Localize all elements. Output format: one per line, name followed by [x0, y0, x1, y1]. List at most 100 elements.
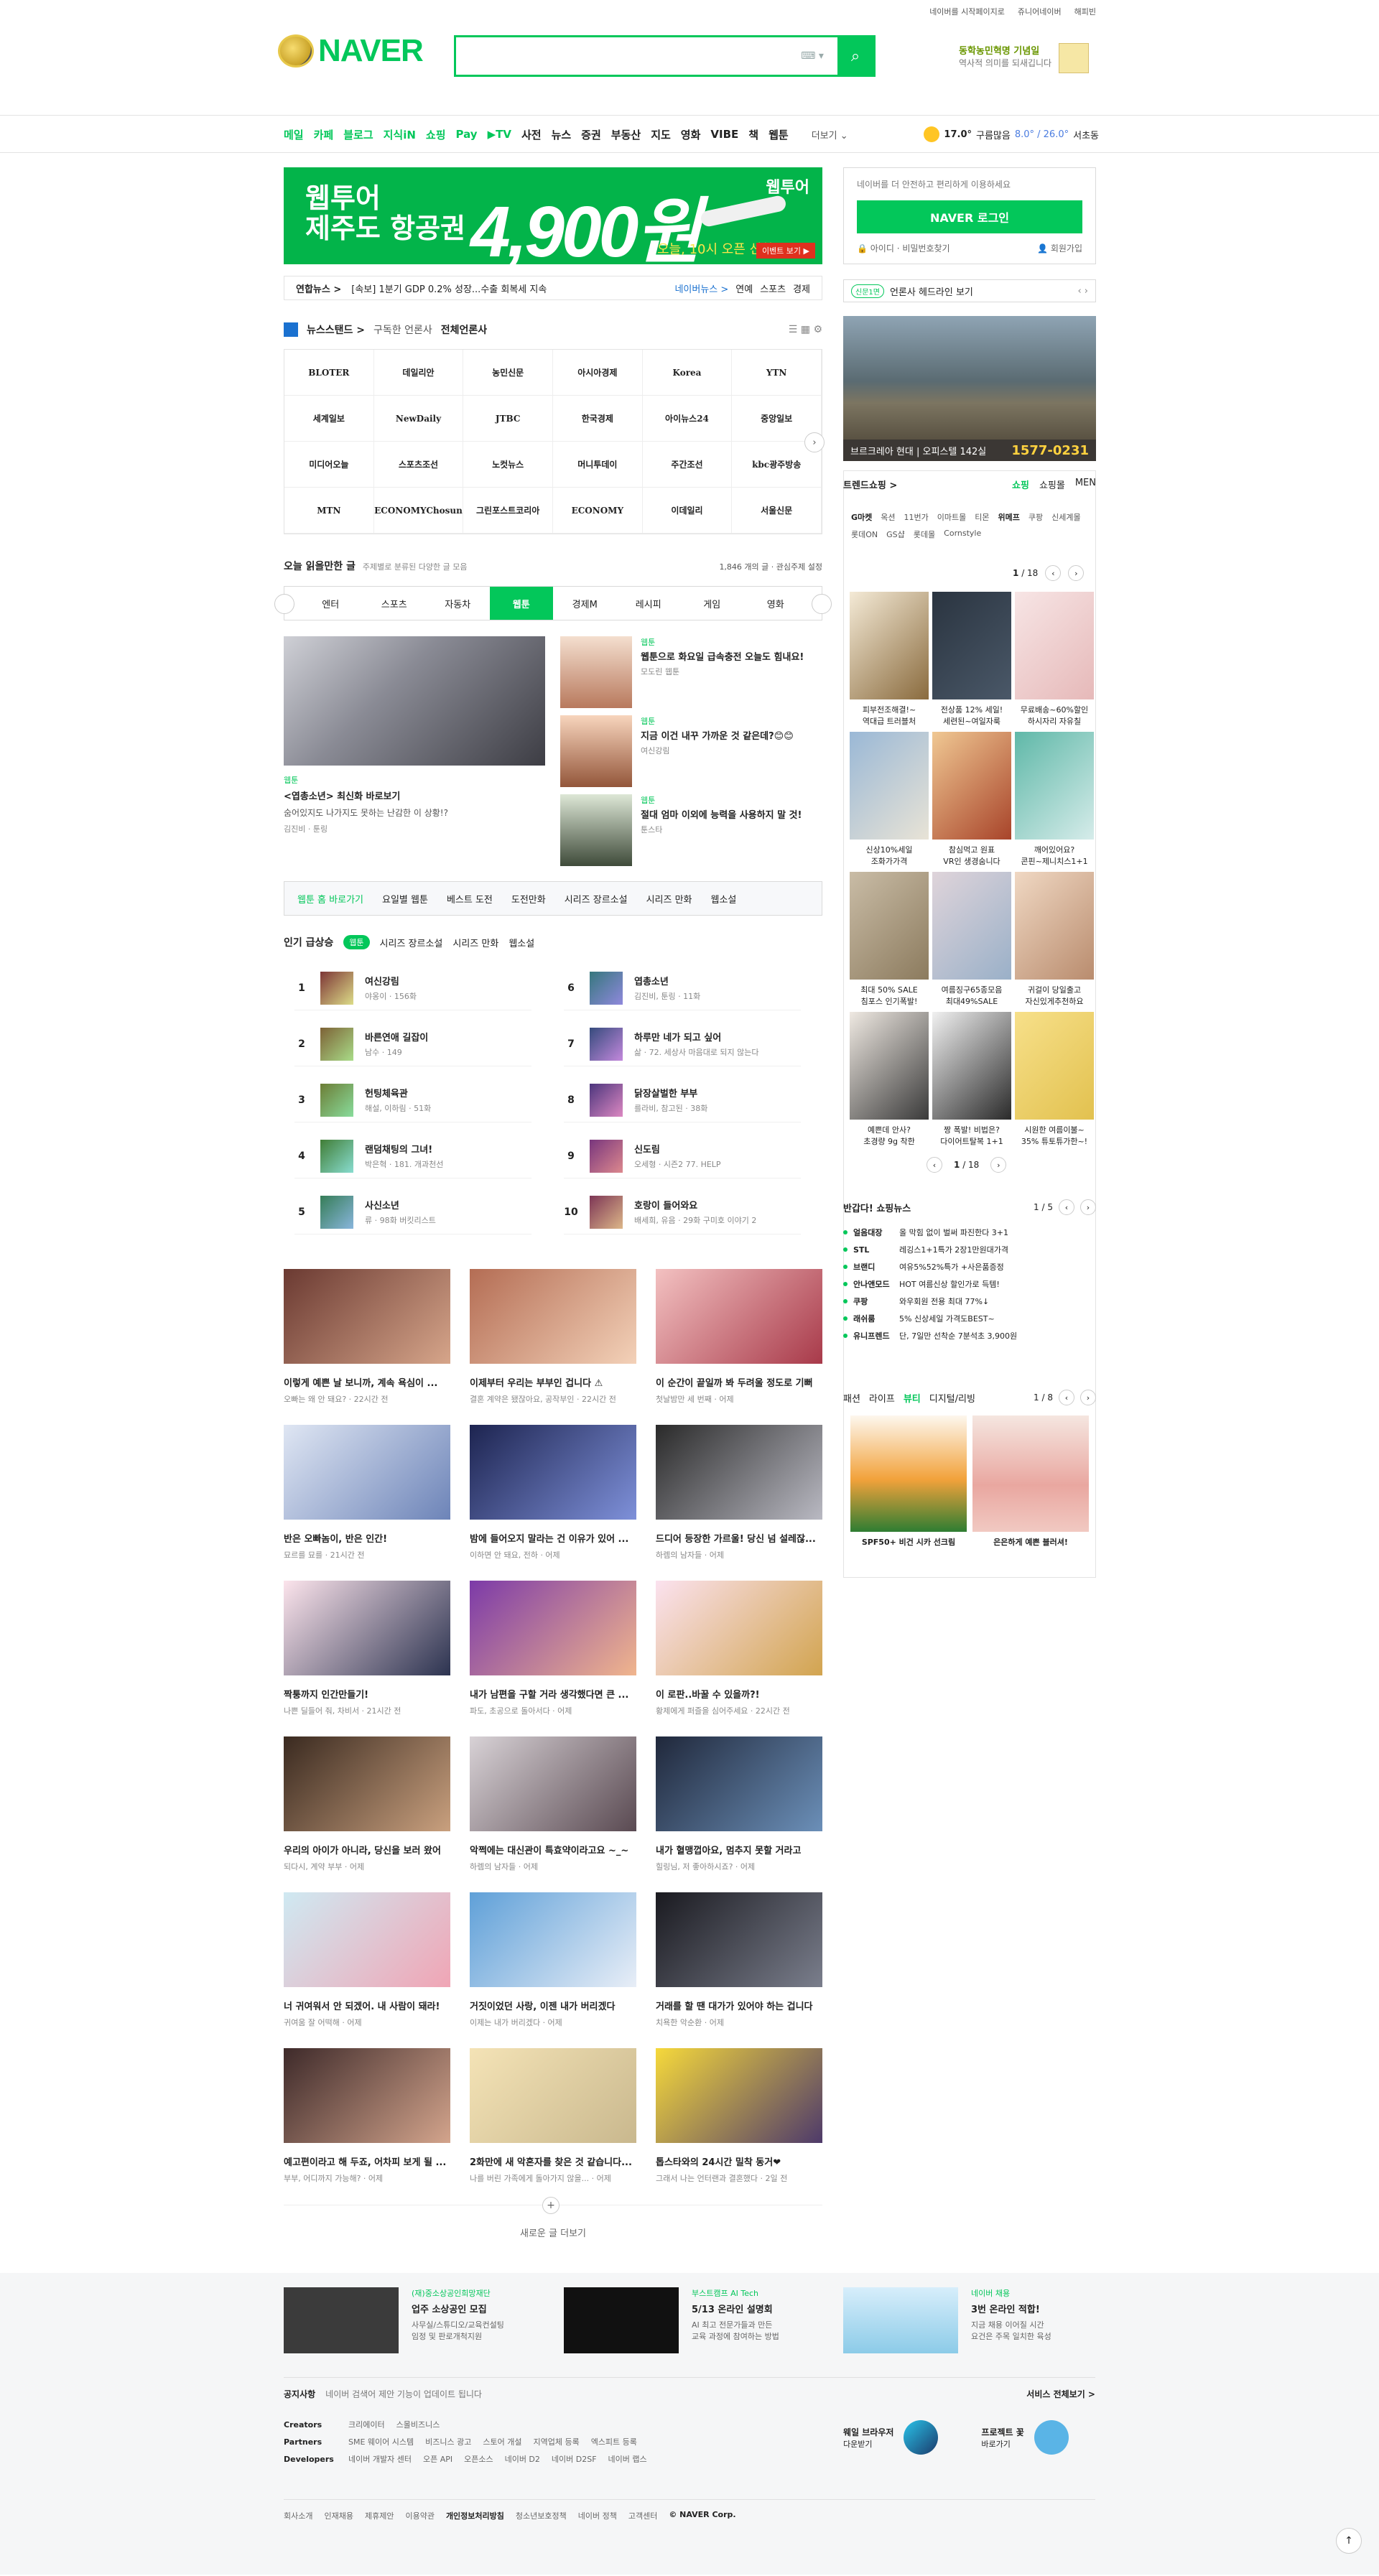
press-headline-bar[interactable]: 신문1면 언론사 헤드라인 보기 ‹ ›: [843, 279, 1096, 302]
special-logo-promo[interactable]: 동학농민혁명 기념일 역사적 의미를 되새깁니다: [959, 43, 1095, 73]
press-logo[interactable]: 노컷뉴스: [463, 442, 553, 488]
webtoon-card[interactable]: 짝퉁까지 인간만들기! 나쁜 딜들어 줘, 차비서 · 21시간 전: [284, 1581, 450, 1716]
trend-tab[interactable]: MEN: [1075, 478, 1096, 491]
product-card[interactable]: 깨어있어요? 콘핀~제니치스1+1: [1015, 732, 1094, 867]
mall-link[interactable]: GS샵: [886, 529, 905, 540]
ranking-item[interactable]: 2 바른연애 길잡이 남수 · 149: [294, 1022, 531, 1066]
search-input[interactable]: [456, 37, 787, 75]
nav-item-kin[interactable]: 지식iN: [384, 127, 416, 142]
shopping-news-item[interactable]: 유니프렌드 단, 7일만 선착순 7분석초 3,900원: [843, 1327, 1096, 1344]
ranking-item[interactable]: 6 엽총소년 김진비, 툰링 · 11화: [564, 966, 801, 1010]
nav-item-blog[interactable]: 블로그: [343, 127, 373, 142]
footer-link-category[interactable]: Partners: [284, 2434, 334, 2451]
side-article[interactable]: 웹툰 절대 엄마 이외에 능력을 사용하지 말 것! 툰스타: [560, 794, 822, 866]
footer-link-category[interactable]: Creators: [284, 2417, 334, 2434]
press-logo[interactable]: 스포츠조선: [373, 442, 464, 488]
prev-arrow-icon[interactable]: [274, 594, 294, 614]
topic-tab[interactable]: 게임: [680, 587, 744, 620]
corporate-link[interactable]: 제휴제안: [365, 2510, 394, 2521]
press-logo[interactable]: 서울신문: [732, 488, 822, 534]
footer-ad[interactable]: 부스트캠프 AI Tech 5/13 온라인 설명회 AI 최고 전문가들과 만든 …: [564, 2287, 779, 2353]
category-tab-active[interactable]: 뷰티: [904, 1391, 921, 1405]
corporate-link[interactable]: 회사소개: [284, 2510, 312, 2521]
press-logo[interactable]: JTBC: [463, 396, 553, 442]
news-tab-entertainment[interactable]: 연예: [735, 282, 753, 295]
topic-tab[interactable]: 경제M: [553, 587, 617, 620]
footer-link[interactable]: 네이버 개발자 센터: [348, 2451, 412, 2468]
shopping-news-item[interactable]: STL 레깅스1+1특가 2장1만원대가격: [843, 1241, 1096, 1258]
nav-item-webtoon[interactable]: 웹툰: [769, 127, 789, 142]
nav-item-map[interactable]: 지도: [651, 127, 671, 142]
corporate-link[interactable]: 고객센터: [628, 2510, 657, 2521]
webtoon-card[interactable]: 거짓이었던 사랑, 이젠 내가 버리겠다 이제는 내가 버리겠다 · 어제: [470, 1892, 636, 2028]
webtoon-card[interactable]: 내가 혈맹껍아요, 멈추지 못할 거라고 힐링님, 저 좋아하시죠? · 어제: [656, 1736, 822, 1872]
next-arrow-icon[interactable]: [812, 594, 832, 614]
product-card[interactable]: 은은하게 예쁜 블러셔!: [972, 1415, 1089, 1548]
ad-cta-button[interactable]: 이벤트 보기 ▶: [756, 243, 815, 259]
footer-link[interactable]: 네이버 랩스: [608, 2451, 647, 2468]
webtoon-shortcut[interactable]: 도전만화: [511, 892, 546, 906]
footer-link[interactable]: 네이버 D2SF: [552, 2451, 597, 2468]
ranking-item[interactable]: 1 여신강림 야옹이 · 156화: [294, 966, 531, 1010]
newsstand-all-tab[interactable]: 전체언론사: [441, 322, 487, 337]
mall-link[interactable]: 11번가: [904, 511, 929, 523]
footer-link[interactable]: 스토어 개설: [483, 2434, 521, 2451]
webtoon-card[interactable]: 너 귀여워서 안 되겠어. 내 사람이 돼라! 귀여움 잘 어떡해 · 어제: [284, 1892, 450, 2028]
webtoon-shortcut[interactable]: 웹소설: [711, 892, 737, 906]
press-logo[interactable]: 이데일리: [642, 488, 733, 534]
main-article-caption[interactable]: 웹툰 <엽총소년> 최신화 바로보기 숨어있지도 나가지도 못하는 난감한 이 …: [284, 774, 545, 834]
corporate-link[interactable]: 청소년보호정책: [516, 2510, 567, 2521]
webtoon-card[interactable]: 악쩍에는 대신관이 특효약이라고요 ~_~ 하렘의 남자들 · 어제: [470, 1736, 636, 1872]
newsstand-view-tools[interactable]: ☰ ▦ ⚙: [789, 324, 822, 335]
naver-news-link[interactable]: 네이버뉴스 >: [674, 282, 728, 295]
corporate-link[interactable]: 개인정보처리방침: [446, 2510, 504, 2521]
press-logo[interactable]: Korea: [642, 350, 733, 396]
side-article[interactable]: 웹툰 지금 이건 내꾸 가까운 것 같은데?😊😊 여신강림: [560, 715, 822, 787]
mall-link[interactable]: 이마트몰: [937, 511, 966, 523]
news-headline[interactable]: [속보] 1분기 GDP 0.2% 성장...수출 회복세 지속: [351, 282, 547, 295]
next-arrow-icon[interactable]: ›: [1068, 565, 1085, 581]
product-card[interactable]: 피부전조해결!~ 역대급 트러블처: [850, 592, 929, 727]
mall-link[interactable]: Cornstyle: [944, 529, 981, 540]
prev-arrow-icon[interactable]: ‹: [1059, 1199, 1074, 1215]
nav-item-mail[interactable]: 메일: [284, 127, 304, 142]
category-tab[interactable]: 라이프: [869, 1391, 895, 1405]
ranking-item[interactable]: 4 랜덤채팅의 그녀! 박은혁 · 181. 개과천선: [294, 1134, 531, 1178]
notice-title[interactable]: 공지사항: [284, 2388, 315, 2400]
prev-arrow-icon[interactable]: ‹: [1045, 565, 1062, 581]
footer-link[interactable]: 오픈소스: [464, 2451, 493, 2468]
webtoon-card[interactable]: 예고편이라고 해 두죠, 어차피 보게 될 ... 부부, 어디까지 가능해? ·…: [284, 2048, 450, 2184]
topic-tab[interactable]: 레시피: [617, 587, 681, 620]
press-logo[interactable]: ECONOMY: [552, 488, 643, 534]
nav-more-button[interactable]: 더보기 ⌄: [812, 128, 848, 141]
press-logo[interactable]: ECONOMYChosun: [373, 488, 464, 534]
mall-link[interactable]: 롯데몰: [914, 529, 935, 540]
ranking-item[interactable]: 10 호랑이 들어와요 배세희, 유음 · 29화 구미호 이야기 2: [564, 1190, 801, 1234]
next-arrow-icon[interactable]: ›: [804, 432, 825, 452]
press-logo[interactable]: 농민신문: [463, 350, 553, 396]
webtoon-card[interactable]: 내가 남편을 구할 거라 생각했다면 큰 ... 파도, 초공으로 돌아서다 · …: [470, 1581, 636, 1716]
ranking-item[interactable]: 7 하루만 네가 되고 싶어 삶 · 72. 세상사 마음대로 되지 않는다: [564, 1022, 801, 1066]
newsstand-title[interactable]: 뉴스스탠드 >: [307, 322, 365, 337]
main-article-thumbnail[interactable]: [284, 636, 545, 766]
press-arrows[interactable]: ‹ ›: [1077, 286, 1088, 297]
nav-item-news[interactable]: 뉴스: [552, 127, 572, 142]
junior-naver-link[interactable]: 쥬니어네이버: [1018, 6, 1062, 17]
product-card[interactable]: 신상10%세일 조화가가격: [850, 732, 929, 867]
press-logo[interactable]: 미디어오늘: [284, 442, 374, 488]
corporate-link[interactable]: 네이버 정책: [578, 2510, 617, 2521]
nav-item-pay[interactable]: Pay: [456, 128, 478, 141]
product-card[interactable]: 예쁜데 안사? 초경량 9g 착한: [850, 1012, 929, 1147]
login-button[interactable]: NAVER 로그인: [857, 200, 1082, 233]
footer-link[interactable]: SME 웨이어 시스템: [348, 2434, 414, 2451]
trend-shopping-title[interactable]: 트렌드쇼핑 >: [843, 478, 897, 491]
webtoon-shortcut[interactable]: 시리즈 장르소설: [565, 892, 628, 906]
weather-widget[interactable]: 17.0° 구름많음 8.0° / 26.0° 서초동: [924, 126, 1099, 142]
press-logo[interactable]: 세계일보: [284, 396, 374, 442]
news-source[interactable]: 연합뉴스 >: [296, 282, 341, 295]
ranking-item[interactable]: 9 신도림 오세형 · 시즌2 77. HELP: [564, 1134, 801, 1178]
keyboard-icon[interactable]: ⌨ ▾: [787, 37, 837, 75]
press-logo[interactable]: BLOTER: [284, 350, 374, 396]
all-services-link[interactable]: 서비스 전체보기 >: [1026, 2388, 1095, 2400]
footer-link[interactable]: 비즈니스 광고: [425, 2434, 471, 2451]
